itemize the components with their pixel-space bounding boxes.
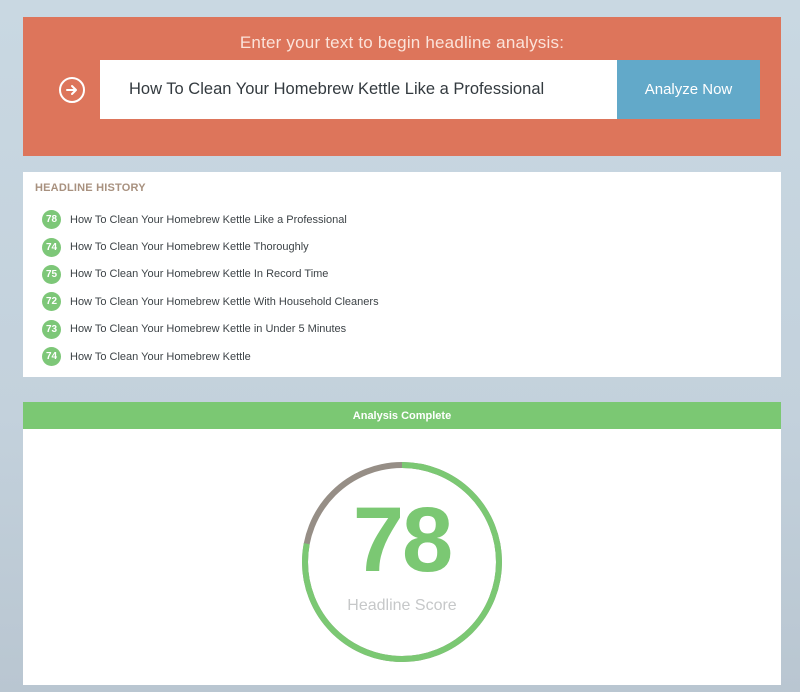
history-heading: HEADLINE HISTORY bbox=[35, 182, 146, 194]
history-item[interactable]: 75 How To Clean Your Homebrew Kettle In … bbox=[42, 261, 379, 288]
history-headline[interactable]: How To Clean Your Homebrew Kettle in Und… bbox=[70, 323, 346, 335]
score-badge: 74 bbox=[42, 347, 61, 367]
score-badge: 75 bbox=[42, 264, 61, 284]
history-headline[interactable]: How To Clean Your Homebrew Kettle With H… bbox=[70, 296, 379, 308]
arrow-right-circle-icon[interactable] bbox=[59, 77, 85, 103]
history-item[interactable]: 74 How To Clean Your Homebrew Kettle bbox=[42, 343, 379, 370]
score-badge: 72 bbox=[42, 292, 61, 312]
history-item[interactable]: 72 How To Clean Your Homebrew Kettle Wit… bbox=[42, 288, 379, 315]
analysis-complete-banner: Analysis Complete bbox=[23, 402, 781, 429]
analyze-now-button[interactable]: Analyze Now bbox=[617, 60, 760, 119]
history-list: 78 How To Clean Your Homebrew Kettle Lik… bbox=[42, 206, 379, 370]
arrow-right-icon bbox=[66, 85, 77, 95]
history-item[interactable]: 73 How To Clean Your Homebrew Kettle in … bbox=[42, 316, 379, 343]
input-prompt: Enter your text to begin headline analys… bbox=[239, 33, 565, 52]
headline-score-label: Headline Score bbox=[347, 597, 457, 614]
history-headline[interactable]: How To Clean Your Homebrew Kettle Like a… bbox=[70, 214, 347, 226]
headline-input-panel: Enter your text to begin headline analys… bbox=[23, 17, 781, 156]
headline-history-panel: HEADLINE HISTORY 78 How To Clean Your Ho… bbox=[23, 172, 781, 377]
score-badge: 78 bbox=[42, 210, 61, 230]
history-headline[interactable]: How To Clean Your Homebrew Kettle bbox=[70, 351, 251, 363]
history-headline[interactable]: How To Clean Your Homebrew Kettle Thorou… bbox=[70, 241, 309, 253]
score-badge: 74 bbox=[42, 237, 61, 257]
history-headline[interactable]: How To Clean Your Homebrew Kettle In Rec… bbox=[70, 268, 328, 280]
score-badge: 73 bbox=[42, 319, 61, 339]
headline-score-value: 78 bbox=[352, 489, 453, 591]
history-item[interactable]: 78 How To Clean Your Homebrew Kettle Lik… bbox=[42, 206, 379, 233]
headline-input[interactable] bbox=[100, 60, 617, 119]
analysis-panel: Analysis Complete 78 Headline Score bbox=[23, 402, 781, 685]
history-item[interactable]: 74 How To Clean Your Homebrew Kettle Tho… bbox=[42, 233, 379, 260]
